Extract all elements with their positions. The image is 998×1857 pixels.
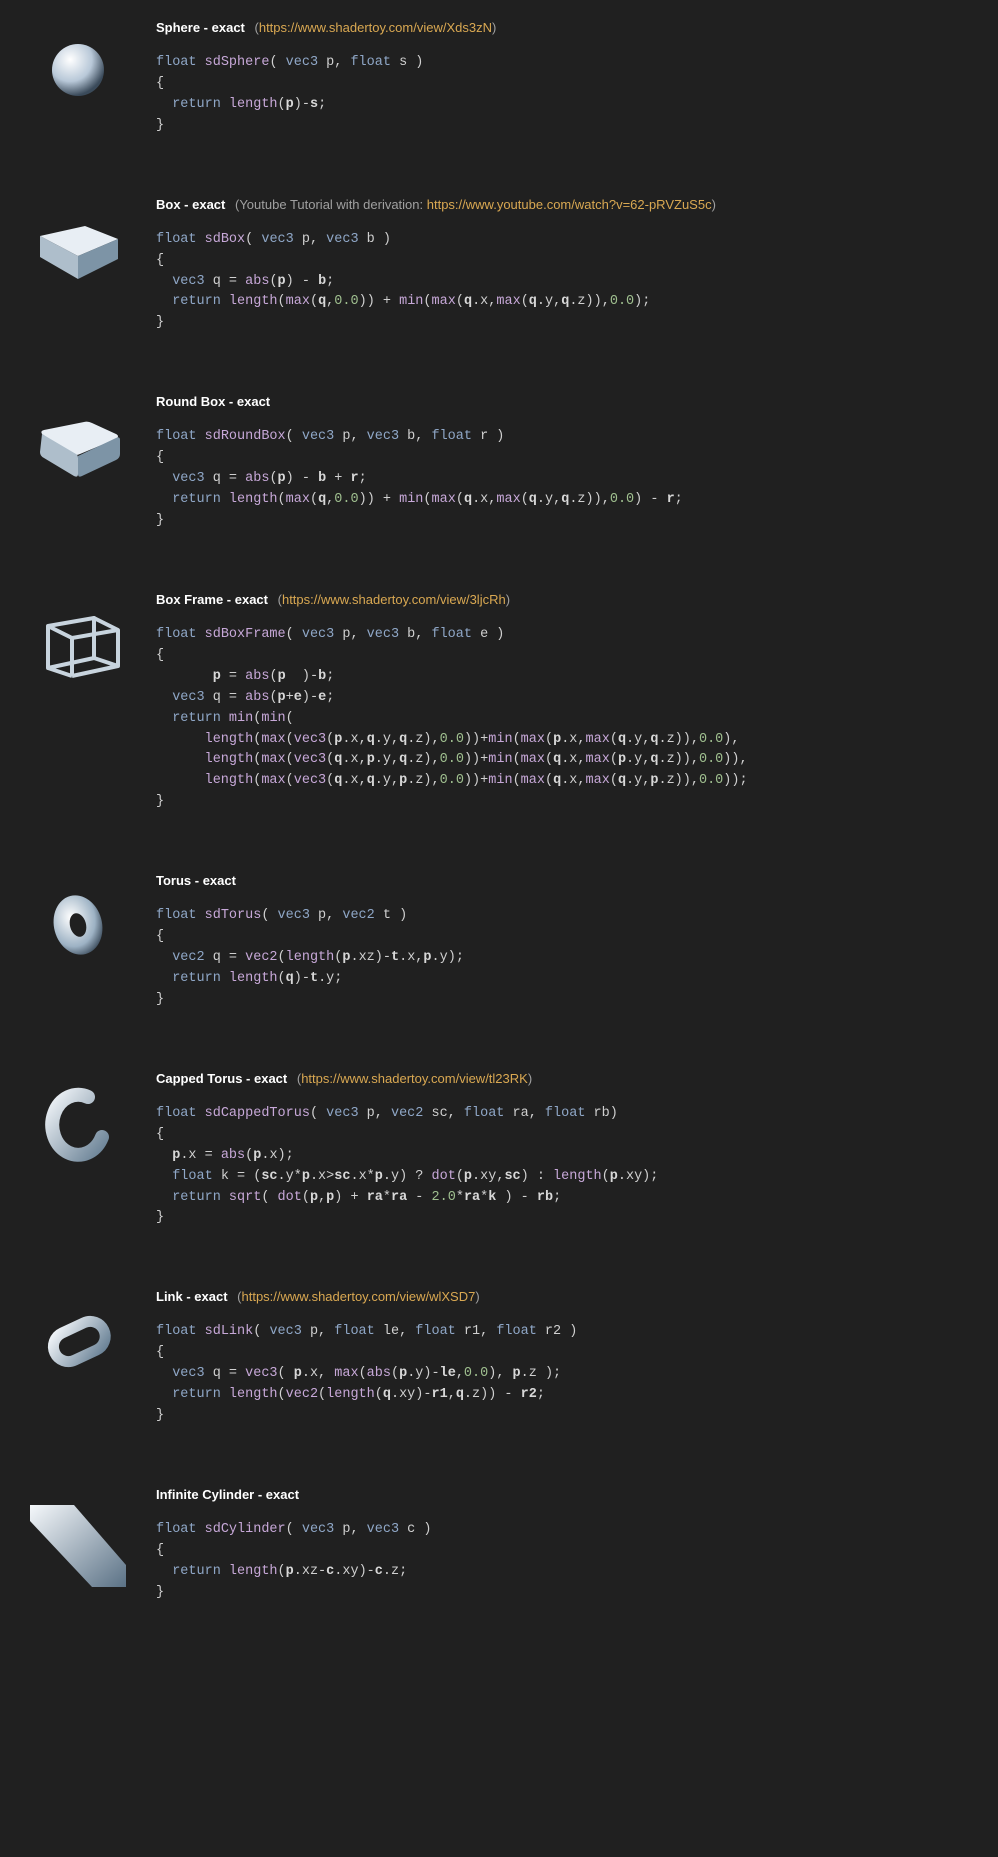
code-block: float sdLink( vec3 p, float le, float r1…: [156, 1322, 968, 1427]
title-line: Link - exact (https://www.shadertoy.com/…: [156, 1289, 968, 1304]
title-line: Box - exact (Youtube Tutorial with deriv…: [156, 197, 968, 212]
entry-body: Sphere - exact (https://www.shadertoy.co…: [156, 20, 968, 137]
entry-link[interactable]: https://www.shadertoy.com/view/Xds3zN: [259, 20, 492, 35]
note-suffix: ): [528, 1071, 532, 1086]
entry-body: Capped Torus - exact (https://www.shader…: [156, 1071, 968, 1230]
thumb-captorus-icon: [30, 1075, 126, 1171]
title-line: Round Box - exact: [156, 394, 968, 409]
entry-note: (https://www.shadertoy.com/view/tl23RK): [297, 1071, 532, 1086]
entry-title: Capped Torus - exact: [156, 1071, 287, 1086]
entry-note: (https://www.shadertoy.com/view/wlXSD7): [237, 1289, 480, 1304]
entry-link[interactable]: https://www.youtube.com/watch?v=62-pRVZu…: [427, 197, 712, 212]
code-block: float sdCylinder( vec3 p, vec3 c ) { ret…: [156, 1520, 968, 1604]
note-prefix: (Youtube Tutorial with derivation:: [235, 197, 427, 212]
entry-title: Sphere - exact: [156, 20, 245, 35]
entry-roundbox: Round Box - exact float sdRoundBox( vec3…: [30, 394, 968, 532]
note-suffix: ): [492, 20, 496, 35]
entry-body: Infinite Cylinder - exact float sdCylind…: [156, 1487, 968, 1604]
entry-boxframe: Box Frame - exact (https://www.shadertoy…: [30, 592, 968, 813]
note-suffix: ): [712, 197, 716, 212]
entry-title: Box - exact: [156, 197, 225, 212]
code-block: float sdBox( vec3 p, vec3 b ) { vec3 q =…: [156, 230, 968, 335]
entry-note: (Youtube Tutorial with derivation: https…: [235, 197, 716, 212]
entry-body: Torus - exact float sdTorus( vec3 p, vec…: [156, 873, 968, 1011]
entry-torus: Torus - exact float sdTorus( vec3 p, vec…: [30, 873, 968, 1011]
entry-link: Link - exact (https://www.shadertoy.com/…: [30, 1289, 968, 1427]
code-block: float sdCappedTorus( vec3 p, vec2 sc, fl…: [156, 1104, 968, 1230]
entry-body: Link - exact (https://www.shadertoy.com/…: [156, 1289, 968, 1427]
entry-title: Torus - exact: [156, 873, 236, 888]
entry-infcyl: Infinite Cylinder - exact float sdCylind…: [30, 1487, 968, 1604]
title-line: Infinite Cylinder - exact: [156, 1487, 968, 1502]
entry-body: Round Box - exact float sdRoundBox( vec3…: [156, 394, 968, 532]
entry-title: Link - exact: [156, 1289, 228, 1304]
entry-box: Box - exact (Youtube Tutorial with deriv…: [30, 197, 968, 335]
entry-captorus: Capped Torus - exact (https://www.shader…: [30, 1071, 968, 1230]
entry-link[interactable]: https://www.shadertoy.com/view/3ljcRh: [282, 592, 506, 607]
entry-link[interactable]: https://www.shadertoy.com/view/tl23RK: [301, 1071, 528, 1086]
title-line: Torus - exact: [156, 873, 968, 888]
entry-title: Infinite Cylinder - exact: [156, 1487, 299, 1502]
thumb-infcyl-icon: [30, 1491, 126, 1587]
thumb-sphere-icon: [30, 24, 126, 120]
code-block: float sdRoundBox( vec3 p, vec3 b, float …: [156, 427, 968, 532]
code-block: float sdBoxFrame( vec3 p, vec3 b, float …: [156, 625, 968, 813]
title-line: Sphere - exact (https://www.shadertoy.co…: [156, 20, 968, 35]
entry-body: Box Frame - exact (https://www.shadertoy…: [156, 592, 968, 813]
note-suffix: ): [475, 1289, 479, 1304]
note-suffix: ): [506, 592, 510, 607]
thumb-boxframe-icon: [30, 596, 126, 692]
entry-title: Round Box - exact: [156, 394, 270, 409]
title-line: Capped Torus - exact (https://www.shader…: [156, 1071, 968, 1086]
code-block: float sdSphere( vec3 p, float s ) { retu…: [156, 53, 968, 137]
thumb-link-icon: [30, 1293, 126, 1389]
entry-sphere: Sphere - exact (https://www.shadertoy.co…: [30, 20, 968, 137]
code-block: float sdTorus( vec3 p, vec2 t ) { vec2 q…: [156, 906, 968, 1011]
entry-note: (https://www.shadertoy.com/view/3ljcRh): [278, 592, 510, 607]
entry-body: Box - exact (Youtube Tutorial with deriv…: [156, 197, 968, 335]
title-line: Box Frame - exact (https://www.shadertoy…: [156, 592, 968, 607]
entry-title: Box Frame - exact: [156, 592, 268, 607]
entry-link[interactable]: https://www.shadertoy.com/view/wlXSD7: [242, 1289, 476, 1304]
thumb-roundbox-icon: [30, 398, 126, 494]
entry-note: (https://www.shadertoy.com/view/Xds3zN): [255, 20, 497, 35]
thumb-box-icon: [30, 201, 126, 297]
thumb-torus-icon: [30, 877, 126, 973]
